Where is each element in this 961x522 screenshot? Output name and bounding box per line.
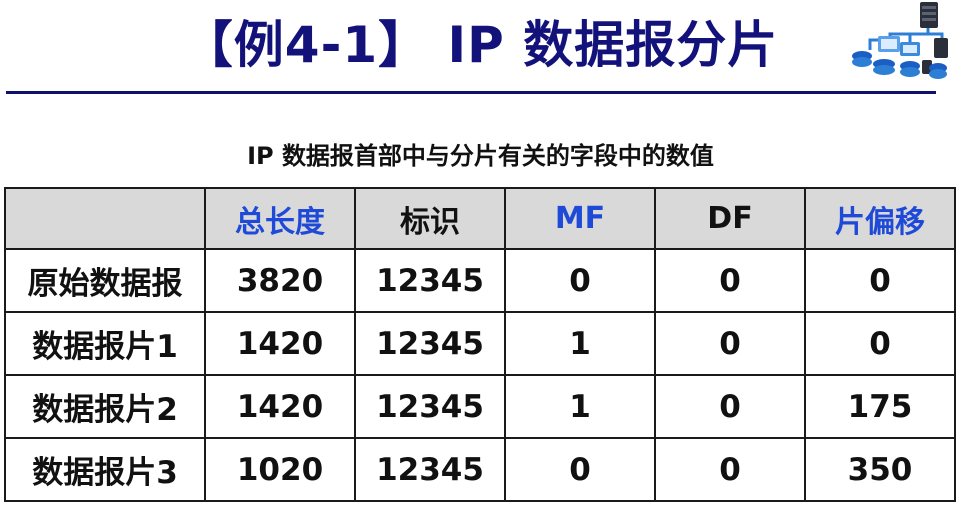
- cell-df: 0: [654, 311, 806, 376]
- cell-fragment-offset: 0: [804, 248, 956, 313]
- header-total-length: 总长度: [204, 187, 356, 250]
- table-row: 数据报片3 1020 12345 0 0 350: [4, 437, 956, 502]
- cell-total-length: 3820: [204, 248, 356, 313]
- cell-total-length: 1020: [204, 437, 356, 502]
- row-label: 数据报片2: [4, 374, 206, 439]
- table-row: 数据报片1 1420 12345 1 0 0: [4, 311, 956, 376]
- row-label: 原始数据报: [4, 248, 206, 313]
- cell-total-length: 1420: [204, 311, 356, 376]
- row-label: 数据报片3: [4, 437, 206, 502]
- cell-fragment-offset: 175: [804, 374, 956, 439]
- cell-df: 0: [654, 374, 806, 439]
- cell-mf: 1: [504, 374, 656, 439]
- header-df: DF: [654, 187, 806, 250]
- cell-identification: 12345: [354, 248, 506, 313]
- cell-mf: 0: [504, 248, 656, 313]
- cell-mf: 1: [504, 311, 656, 376]
- cell-identification: 12345: [354, 374, 506, 439]
- cell-fragment-offset: 0: [804, 311, 956, 376]
- table-header-row: 总长度 标识 MF DF 片偏移: [4, 187, 956, 250]
- table-row: 原始数据报 3820 12345 0 0 0: [4, 248, 956, 313]
- cell-mf: 0: [504, 437, 656, 502]
- header-mf: MF: [504, 187, 656, 250]
- page-title: 【例4-1】 IP 数据报分片: [182, 16, 779, 74]
- network-topology-icon: [852, 2, 948, 79]
- cell-df: 0: [654, 437, 806, 502]
- table-caption: IP 数据报首部中与分片有关的字段中的数值: [247, 142, 714, 170]
- cell-fragment-offset: 350: [804, 437, 956, 502]
- header-fragment-offset: 片偏移: [804, 187, 956, 250]
- title-divider: [6, 91, 936, 94]
- cell-total-length: 1420: [204, 374, 356, 439]
- cell-df: 0: [654, 248, 806, 313]
- cell-identification: 12345: [354, 437, 506, 502]
- table-row: 数据报片2 1420 12345 1 0 175: [4, 374, 956, 439]
- header-corner: [4, 187, 206, 250]
- cell-identification: 12345: [354, 311, 506, 376]
- fragmentation-table: 总长度 标识 MF DF 片偏移 原始数据报 3820 12345 0 0 0 …: [4, 187, 956, 502]
- header-identification: 标识: [354, 187, 506, 250]
- row-label: 数据报片1: [4, 311, 206, 376]
